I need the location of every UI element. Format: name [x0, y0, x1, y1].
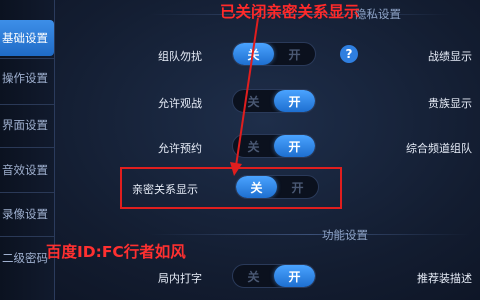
row-label-allow-reservation: 允许预约	[158, 142, 202, 155]
toggle-on-option[interactable]: 开	[274, 265, 315, 287]
right-label-item-description: 推荐装描述	[417, 272, 472, 285]
sidebar-item-replay-settings[interactable]: 录像设置	[0, 196, 54, 232]
row-label-allow-spectate: 允许观战	[158, 97, 202, 110]
toggle-on-option[interactable]: 开	[274, 43, 315, 65]
toggle-on-option[interactable]: 开	[274, 90, 315, 112]
sidebar-item-interface-settings[interactable]: 界面设置	[0, 107, 54, 143]
right-label-record-display: 战绩显示	[428, 50, 472, 63]
sidebar-item-label: 界面设置	[2, 118, 48, 132]
row-label-team-dnd: 组队勿扰	[158, 50, 202, 63]
sidebar-item-label: 音效设置	[2, 163, 48, 177]
sidebar-item-label: 基础设置	[2, 31, 48, 45]
function-section-title: 功能设置	[322, 228, 368, 242]
right-label-channel-team: 综合频道组队	[406, 142, 472, 155]
in-game-typing-toggle[interactable]: 关 开	[232, 264, 316, 288]
watermark-text: 百度ID:FC行者如风	[46, 243, 186, 261]
sidebar-divider	[0, 236, 54, 237]
toggle-off-option[interactable]: 关	[233, 265, 274, 287]
sidebar-item-operation-settings[interactable]: 操作设置	[0, 60, 54, 96]
sidebar-divider	[0, 58, 54, 59]
row-label-in-game-typing: 局内打字	[158, 272, 202, 285]
right-label-noble-display: 贵族显示	[428, 97, 472, 110]
annotation-arrow-icon	[230, 17, 259, 176]
sidebar-divider	[0, 104, 54, 105]
toggle-on-option[interactable]: 开	[274, 135, 315, 157]
sidebar-divider	[0, 147, 54, 148]
sidebar-item-basic-settings[interactable]: 基础设置	[0, 20, 54, 56]
sidebar-item-sound-settings[interactable]: 音效设置	[0, 152, 54, 188]
sidebar-item-label: 操作设置	[2, 71, 48, 85]
sidebar-item-label: 录像设置	[2, 207, 48, 221]
question-icon[interactable]: ?	[340, 45, 358, 63]
sidebar-divider	[0, 192, 54, 193]
sidebar-item-label: 二级密码	[2, 251, 48, 265]
